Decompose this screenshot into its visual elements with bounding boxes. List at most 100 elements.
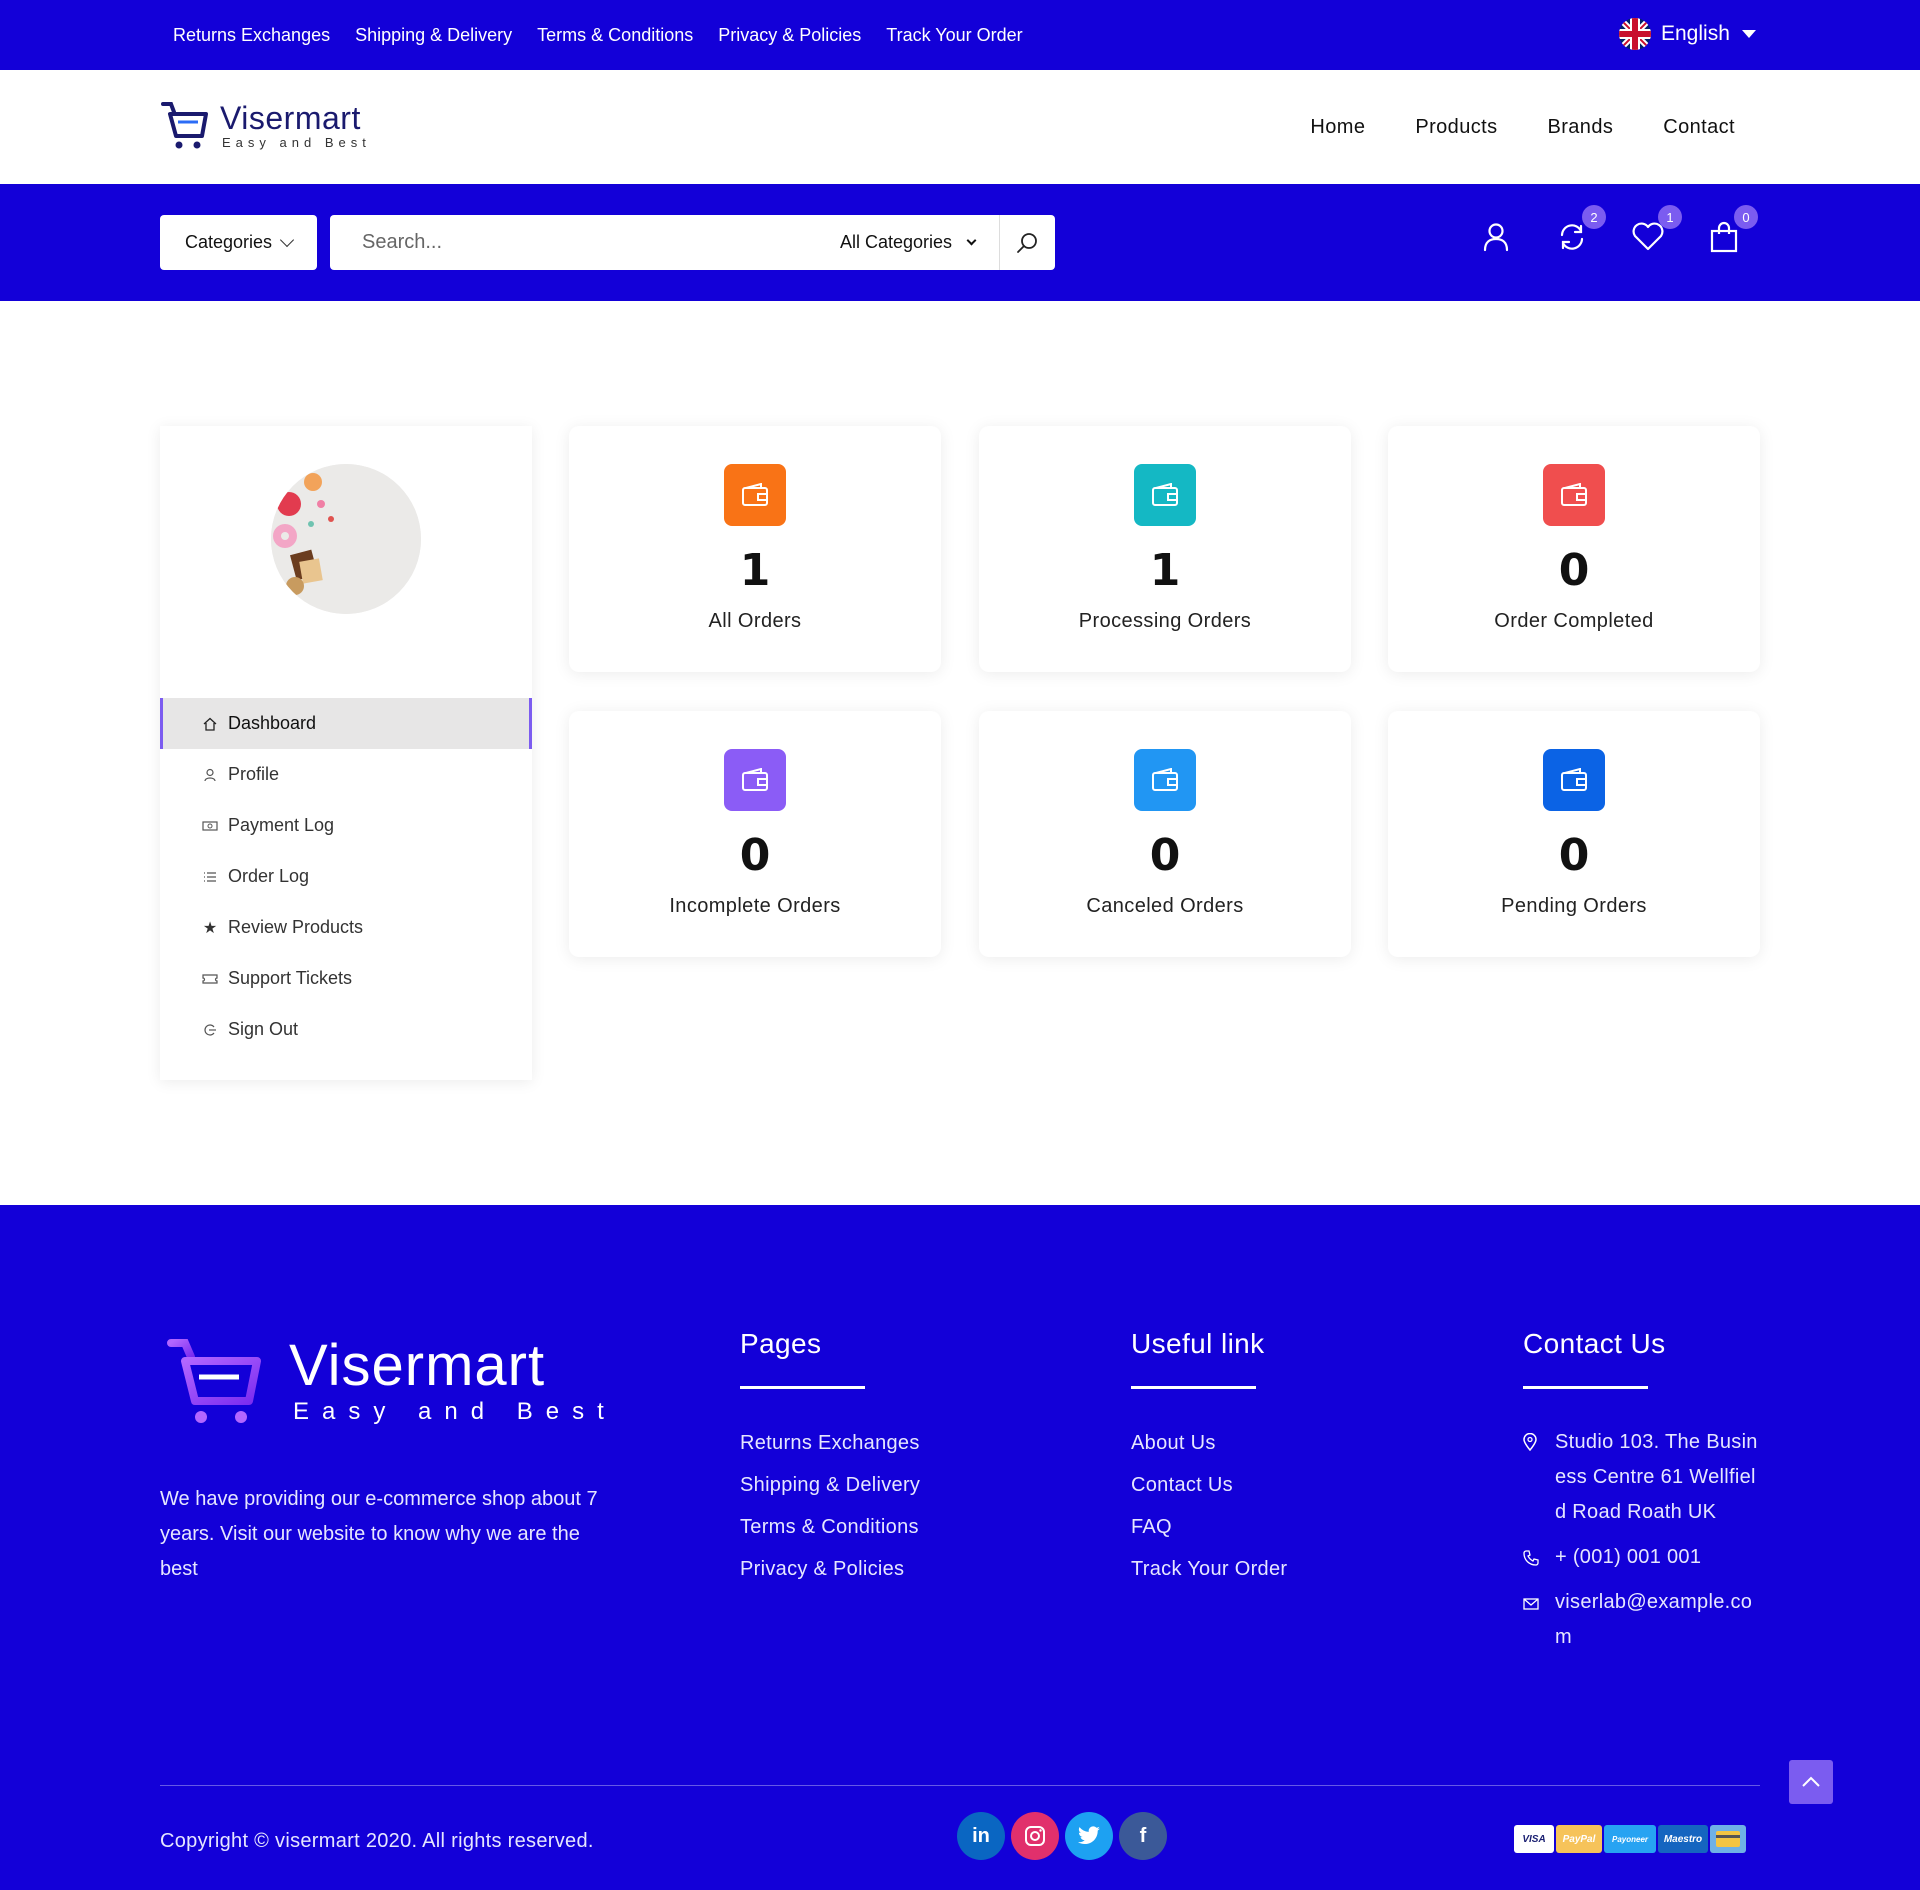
instagram-icon[interactable] bbox=[1011, 1812, 1059, 1860]
nav-products[interactable]: Products bbox=[1415, 116, 1497, 139]
sidebar-item-review-products[interactable]: ★ Review Products bbox=[160, 902, 532, 953]
ticket-icon bbox=[202, 971, 218, 987]
footer-link-track[interactable]: Track Your Order bbox=[1131, 1555, 1287, 1583]
sidebar-item-dashboard[interactable]: Dashboard bbox=[160, 698, 532, 749]
list-icon bbox=[202, 869, 218, 885]
footer-useful-title: Useful link bbox=[1131, 1328, 1265, 1359]
categories-button[interactable]: Categories bbox=[160, 215, 317, 270]
payoneer-icon: Payoneer bbox=[1604, 1825, 1656, 1853]
credit-card-icon bbox=[1710, 1825, 1746, 1853]
top-link-returns[interactable]: Returns Exchanges bbox=[173, 25, 330, 46]
wallet-icon bbox=[724, 464, 786, 526]
footer-link-returns[interactable]: Returns Exchanges bbox=[740, 1429, 920, 1457]
footer-link-about[interactable]: About Us bbox=[1131, 1429, 1287, 1457]
nav-contact[interactable]: Contact bbox=[1663, 116, 1735, 139]
user-icon bbox=[202, 767, 218, 783]
avatar bbox=[271, 464, 421, 614]
sidebar-item-order-log[interactable]: Order Log bbox=[160, 851, 532, 902]
footer-link-contact[interactable]: Contact Us bbox=[1131, 1471, 1287, 1499]
nav-home[interactable]: Home bbox=[1310, 116, 1365, 139]
stat-card-order-completed[interactable]: 0 Order Completed bbox=[1388, 426, 1760, 672]
wallet-icon bbox=[724, 749, 786, 811]
scroll-to-top-button[interactable] bbox=[1789, 1760, 1833, 1804]
search-button[interactable] bbox=[999, 215, 1055, 270]
social-links: in f bbox=[957, 1812, 1167, 1860]
category-select-value: All Categories bbox=[839, 232, 952, 252]
facebook-icon[interactable]: f bbox=[1119, 1812, 1167, 1860]
stat-value: 1 bbox=[739, 545, 771, 596]
footer-email[interactable]: viserlab@example.com bbox=[1523, 1589, 1760, 1655]
top-link-track[interactable]: Track Your Order bbox=[886, 25, 1022, 46]
top-links: Returns Exchanges Shipping & Delivery Te… bbox=[173, 0, 1023, 70]
cart-logo-icon bbox=[167, 1339, 261, 1423]
sidebar-item-profile[interactable]: Profile bbox=[160, 749, 532, 800]
chevron-down-icon bbox=[1741, 30, 1756, 38]
footer-link-privacy[interactable]: Privacy & Policies bbox=[740, 1555, 920, 1583]
main-nav: Home Products Brands Contact bbox=[1310, 70, 1735, 184]
language-selector[interactable]: English bbox=[1619, 18, 1756, 50]
twitter-icon[interactable] bbox=[1065, 1812, 1113, 1860]
wallet-icon bbox=[1543, 464, 1605, 526]
logo-brand: Visermart bbox=[220, 99, 361, 136]
search-bar: Categories All Categories 2 1 0 bbox=[0, 184, 1920, 301]
cart-logo-icon bbox=[161, 102, 208, 149]
nav-brands[interactable]: Brands bbox=[1547, 116, 1613, 139]
footer-contact-title: Contact Us bbox=[1523, 1328, 1666, 1359]
stat-card-incomplete-orders[interactable]: 0 Incomplete Orders bbox=[569, 711, 941, 957]
search-icon bbox=[1016, 232, 1037, 253]
top-link-privacy[interactable]: Privacy & Policies bbox=[718, 25, 861, 46]
map-pin-icon bbox=[1523, 1431, 1539, 1530]
footer-link-shipping[interactable]: Shipping & Delivery bbox=[740, 1471, 920, 1499]
category-select[interactable]: All Categories bbox=[840, 232, 999, 253]
language-label: English bbox=[1661, 22, 1730, 45]
paypal-icon: PayPal bbox=[1556, 1825, 1602, 1853]
footer-address: Studio 103. The Business Centre 61 Wellf… bbox=[1523, 1429, 1760, 1530]
sidebar-item-payment-log[interactable]: Payment Log bbox=[160, 800, 532, 851]
compare-button[interactable]: 2 bbox=[1554, 205, 1606, 255]
logo-tagline: Easy and Best bbox=[222, 134, 371, 150]
footer-phone[interactable]: + (001) 001 001 bbox=[1523, 1544, 1760, 1575]
footer-logo[interactable]: Visermart Easy and Best bbox=[165, 1333, 617, 1429]
stat-label: Processing Orders bbox=[1078, 610, 1252, 632]
wallet-icon bbox=[1134, 464, 1196, 526]
categories-label: Categories bbox=[184, 232, 273, 252]
search-input[interactable] bbox=[330, 215, 840, 270]
stat-card-canceled-orders[interactable]: 0 Canceled Orders bbox=[979, 711, 1351, 957]
top-link-shipping[interactable]: Shipping & Delivery bbox=[355, 25, 512, 46]
stat-value: 0 bbox=[1149, 830, 1181, 881]
stat-card-pending-orders[interactable]: 0 Pending Orders bbox=[1388, 711, 1760, 957]
stat-value: 0 bbox=[1558, 545, 1590, 596]
stat-label: Order Completed bbox=[1494, 610, 1654, 632]
footer-about: We have providing our e-commerce shop ab… bbox=[160, 1488, 598, 1580]
wishlist-button[interactable]: 1 bbox=[1630, 205, 1682, 255]
top-link-terms[interactable]: Terms & Conditions bbox=[537, 25, 693, 46]
uk-flag-icon bbox=[1619, 18, 1651, 50]
cart-button[interactable]: 0 bbox=[1706, 205, 1758, 255]
chevron-down-icon bbox=[279, 232, 295, 247]
money-icon bbox=[202, 818, 218, 834]
footer-link-faq[interactable]: FAQ bbox=[1131, 1513, 1287, 1541]
footer-link-terms[interactable]: Terms & Conditions bbox=[740, 1513, 920, 1541]
chevron-down-icon bbox=[966, 235, 977, 245]
footer-logo-tagline: Easy and Best bbox=[293, 1398, 617, 1425]
footer-pages-title: Pages bbox=[740, 1328, 822, 1359]
logo[interactable]: Visermart Easy and Best bbox=[160, 98, 371, 152]
cart-badge: 0 bbox=[1734, 205, 1758, 229]
stat-card-all-orders[interactable]: 1 All Orders bbox=[569, 426, 941, 672]
footer-contact: Contact Us Studio 103. The Business Cent… bbox=[1523, 1328, 1760, 1669]
wishlist-badge: 1 bbox=[1658, 205, 1682, 229]
sidebar-item-support-tickets[interactable]: Support Tickets bbox=[160, 953, 532, 1004]
linkedin-icon[interactable]: in bbox=[957, 1812, 1005, 1860]
footer-pages: Pages Returns Exchanges Shipping & Deliv… bbox=[740, 1328, 920, 1597]
account-button[interactable] bbox=[1478, 219, 1514, 255]
stat-card-processing-orders[interactable]: 1 Processing Orders bbox=[979, 426, 1351, 672]
footer-divider bbox=[160, 1785, 1760, 1786]
signout-icon bbox=[202, 1022, 218, 1038]
footer: Visermart Easy and Best We have providin… bbox=[0, 1205, 1920, 1890]
home-icon bbox=[202, 716, 218, 732]
stat-label: Canceled Orders bbox=[1086, 895, 1244, 917]
visa-icon: VISA bbox=[1514, 1825, 1554, 1853]
sidebar-item-sign-out[interactable]: Sign Out bbox=[160, 1004, 532, 1055]
compare-icon bbox=[1560, 224, 1584, 250]
stat-value: 0 bbox=[739, 830, 771, 881]
